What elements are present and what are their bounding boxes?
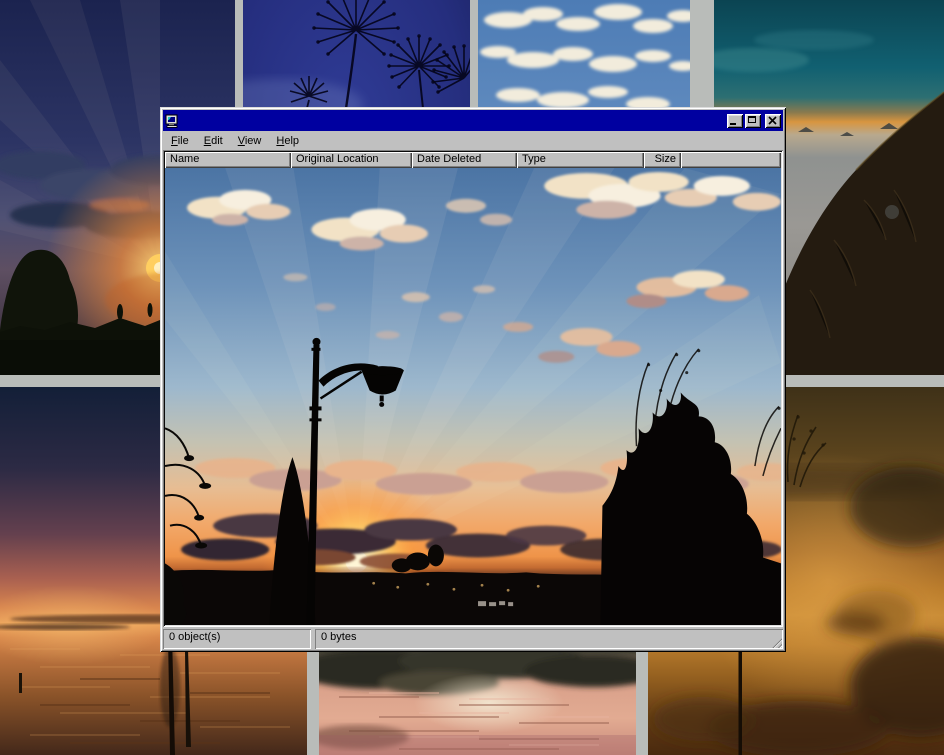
close-button[interactable] [765, 114, 781, 128]
menubar: File Edit View Help [163, 131, 783, 150]
computer-icon[interactable] [165, 114, 180, 128]
column-header-name[interactable]: Name [165, 152, 291, 168]
status-object-count: 0 object(s) [163, 629, 311, 649]
column-header-date-deleted[interactable]: Date Deleted [412, 152, 517, 168]
minimize-icon [730, 123, 736, 125]
list-viewport-sunset-photo[interactable] [165, 168, 781, 625]
recycle-window: File Edit View Help Name Original Locati… [160, 107, 786, 652]
status-byte-count-label: 0 bytes [321, 631, 356, 643]
column-header-empty[interactable] [681, 152, 781, 168]
status-bar: 0 object(s) 0 bytes [163, 627, 783, 649]
column-header-row: Name Original Location Date Deleted Type… [165, 152, 781, 168]
list-view: Name Original Location Date Deleted Type… [163, 150, 783, 627]
desktop: File Edit View Help Name Original Locati… [0, 0, 944, 755]
column-header-type[interactable]: Type [517, 152, 644, 168]
menu-help[interactable]: Help [269, 133, 307, 149]
resize-grip[interactable] [770, 636, 782, 648]
menu-edit[interactable]: Edit [197, 133, 231, 149]
status-byte-count: 0 bytes [315, 629, 783, 649]
maximize-icon [748, 116, 756, 123]
menu-file[interactable]: File [164, 133, 197, 149]
close-icon [765, 114, 781, 128]
column-header-size[interactable]: Size [644, 152, 681, 168]
column-header-original-location[interactable]: Original Location [291, 152, 412, 168]
titlebar[interactable] [163, 110, 783, 131]
maximize-button[interactable] [745, 114, 761, 128]
menu-view[interactable]: View [231, 133, 270, 149]
minimize-button[interactable] [727, 114, 743, 128]
